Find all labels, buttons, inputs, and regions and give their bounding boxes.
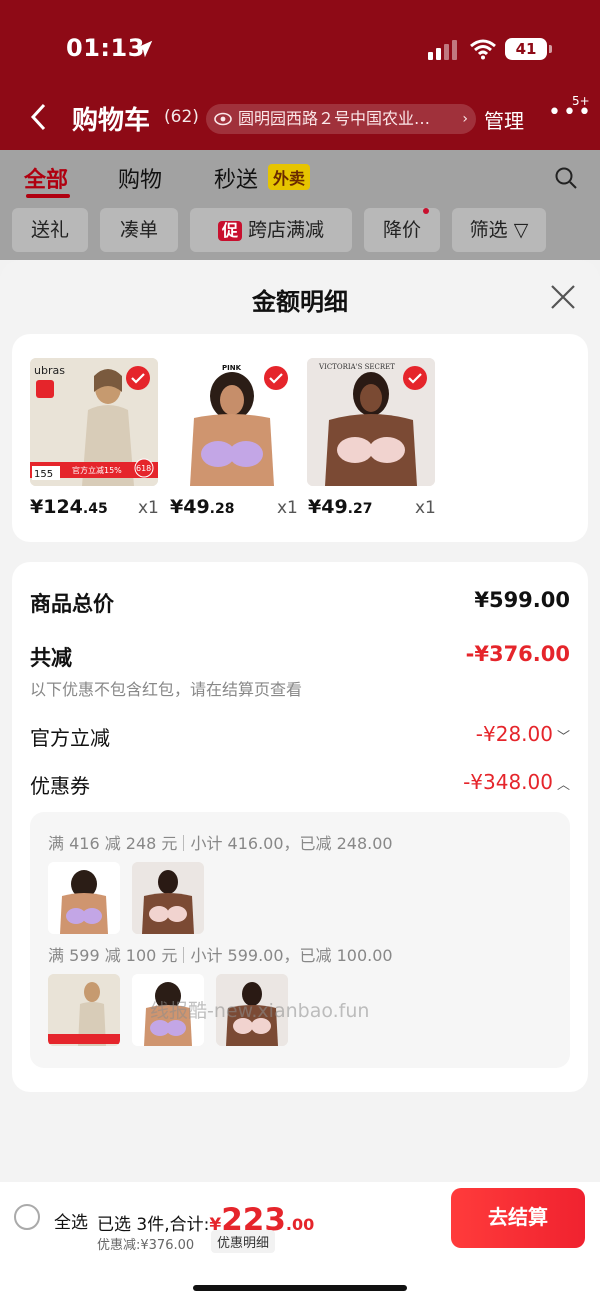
total-label: 商品总价 [30, 592, 114, 616]
checkout-button[interactable]: 去结算 [451, 1188, 585, 1248]
select-all-radio[interactable] [14, 1204, 40, 1230]
product-price: ¥49.28 [170, 496, 234, 518]
new-dot [423, 208, 429, 214]
address-text: 圆明园西路２号中国农业… [238, 109, 431, 128]
summary-prefix: 已选 3件,合计: [97, 1215, 210, 1235]
svg-text:155: 155 [34, 469, 53, 480]
address-selector[interactable]: 圆明园西路２号中国农业… › [206, 104, 476, 134]
svg-text:PINK: PINK [222, 364, 242, 372]
filter-cross-store[interactable]: 促跨店满减 [190, 208, 352, 252]
svg-text:618: 618 [136, 464, 151, 473]
rule-detail: 小计 416.00，已减 248.00 [190, 834, 393, 853]
rule-detail: 小计 599.00，已减 100.00 [190, 946, 393, 965]
official-discount-label: 官方立减 [30, 726, 110, 750]
reduce-note: 以下优惠不包含红包，请在结算页查看 [30, 680, 303, 699]
product-price: ¥49.27 [308, 496, 372, 518]
thumb-pink [48, 862, 120, 934]
amount-detail-sheet: 金额明细 155 ubras 官方立减15% 618 ¥124.45 x1 PI… [0, 260, 600, 1304]
discount-detail-button[interactable]: 优惠明细 [211, 1230, 276, 1253]
sheet-title: 金额明细 [252, 288, 348, 316]
product-image-ubras[interactable]: 155 ubras 官方立减15% 618 [30, 358, 158, 486]
product-checked-icon[interactable] [264, 366, 288, 390]
filter-gift[interactable]: 送礼 [12, 208, 88, 252]
filter-bundle[interactable]: 凑单 [100, 208, 178, 252]
location-arrow-icon [135, 40, 153, 58]
watermark: 线报酷-new.xianbao.fun [150, 1000, 370, 1022]
filter-label: 降价 [382, 219, 421, 241]
coupon-breakdown: 满 416 减 248 元小计 416.00，已减 248.00 满 599 减… [30, 812, 570, 1068]
wifi-icon [470, 39, 496, 60]
product-checked-icon[interactable] [403, 366, 427, 390]
coupon-row[interactable]: -¥348.00 ︿ [463, 770, 570, 794]
price-int: ¥49 [170, 496, 210, 518]
filter-label: 送礼 [30, 219, 69, 241]
product-qty: x1 [138, 498, 159, 518]
reduce-label: 共减 [30, 646, 72, 670]
coupon-rule: 满 416 减 248 元小计 416.00，已减 248.00 [48, 830, 393, 854]
tab-instant-delivery[interactable]: 秒送 [214, 162, 258, 194]
takeout-badge: 外卖 [268, 164, 311, 190]
chevron-down-icon: ﹀ [556, 730, 570, 745]
battery-icon: 41 [505, 38, 552, 60]
product-price: ¥124.45 [30, 496, 108, 518]
price-dec: .45 [82, 501, 108, 517]
filter-label: 凑单 [119, 219, 158, 241]
svg-text:官方立减15%: 官方立减15% [72, 465, 122, 475]
discount-summary: 优惠减:¥376.00 [97, 1238, 195, 1253]
product-checked-icon[interactable] [126, 366, 150, 390]
thumb-vs [132, 862, 204, 934]
eye-icon [214, 112, 232, 126]
filter-price-drop[interactable]: 降价 [364, 208, 440, 252]
reduce-value: -¥376.00 [465, 642, 570, 666]
page-title: 购物车 [72, 106, 151, 136]
product-image-vs[interactable]: VICTORIA'S SECRET [307, 358, 435, 486]
manage-button[interactable]: 管理 [484, 105, 524, 134]
select-all-label[interactable]: 全选 [54, 1208, 88, 1233]
official-discount-value: -¥28.00 [475, 722, 553, 746]
search-icon[interactable] [554, 166, 578, 190]
products-card: 155 ubras 官方立减15% 618 ¥124.45 x1 PINK ¥4… [12, 334, 588, 542]
svg-text:VICTORIA'S SECRET: VICTORIA'S SECRET [318, 363, 395, 371]
filter-label: 筛选 [469, 219, 508, 241]
product-image-pink[interactable]: PINK [168, 358, 296, 486]
divider [183, 947, 185, 963]
rule-text: 满 599 减 100 元 [48, 946, 178, 965]
price-dec: .28 [209, 501, 235, 517]
chevron-right-icon: › [462, 111, 468, 127]
message-badge: 5+ [572, 94, 590, 108]
tab-underline [26, 194, 70, 198]
rule-text: 满 416 减 248 元 [48, 834, 178, 853]
svg-text:ubras: ubras [34, 364, 65, 377]
coupon-value: -¥348.00 [463, 770, 553, 794]
tab-all[interactable]: 全部 [24, 162, 68, 194]
price-int: ¥124 [30, 496, 83, 518]
promo-badge: 促 [217, 221, 242, 241]
coupon-rule: 满 599 减 100 元小计 599.00，已减 100.00 [48, 942, 393, 966]
summary: 已选 3件,合计:¥223.00 [97, 1202, 314, 1238]
home-indicator [193, 1285, 407, 1291]
tab-shopping[interactable]: 购物 [118, 162, 162, 194]
filter-funnel-icon: ▽ [513, 219, 529, 241]
divider [183, 835, 185, 851]
official-discount-row[interactable]: -¥28.00 ﹀ [476, 722, 570, 746]
cellular-signal-icon [428, 40, 457, 60]
price-dec: .27 [347, 501, 373, 517]
thumb-ubras [48, 974, 120, 1046]
amount-dec: .00 [285, 1215, 315, 1234]
status-bar: 01:13 41 [0, 0, 600, 95]
total-value: ¥599.00 [474, 588, 570, 612]
chevron-up-icon: ︿ [556, 778, 570, 793]
product-qty: x1 [277, 498, 298, 518]
back-chevron-icon[interactable] [28, 102, 50, 132]
filter-label: 跨店满减 [248, 219, 325, 241]
filter-screen[interactable]: 筛选 ▽ [452, 208, 546, 252]
cart-count: (62) [164, 107, 199, 127]
coupon-label: 优惠券 [30, 774, 90, 798]
product-qty: x1 [415, 498, 436, 518]
close-icon[interactable] [550, 284, 576, 310]
price-int: ¥49 [308, 496, 348, 518]
navbar: 购物车 (62) 圆明园西路２号中国农业… › 管理 ••• 5+ [0, 94, 600, 140]
